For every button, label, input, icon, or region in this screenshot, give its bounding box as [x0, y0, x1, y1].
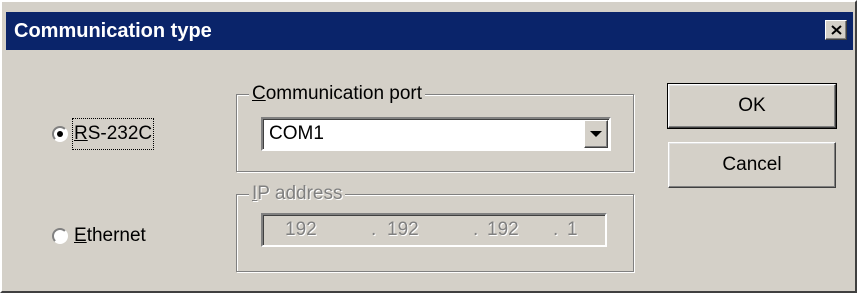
- communication-port-legend: Communication port: [249, 82, 426, 106]
- ip-address-field: 192 . 192 . 192 . 1: [261, 213, 607, 247]
- ip-address-group: IP address 192 . 192 . 192 . 1: [236, 182, 634, 272]
- ip-octet-4: 1: [567, 219, 578, 240]
- communication-type-dialog: Communication type RS-232C Ethernet Comm…: [0, 0, 857, 293]
- ip-separator: .: [473, 219, 479, 240]
- ethernet-radio[interactable]: [52, 228, 68, 244]
- title-bar: Communication type: [6, 12, 853, 50]
- window-title: Communication type: [14, 20, 212, 42]
- dropdown-button[interactable]: [584, 120, 608, 148]
- ethernet-option[interactable]: Ethernet: [52, 222, 192, 250]
- close-button[interactable]: [825, 20, 847, 40]
- ip-address-legend: IP address: [249, 182, 346, 206]
- cancel-button[interactable]: Cancel: [668, 142, 836, 188]
- communication-port-value: COM1: [269, 123, 324, 144]
- ip-separator: .: [553, 219, 559, 240]
- rs232c-label: RS-232C: [71, 118, 155, 150]
- ip-octet-2: 192: [387, 219, 419, 240]
- ip-octet-1: 192: [285, 219, 317, 240]
- ip-separator: .: [371, 219, 377, 240]
- chevron-down-icon: [590, 131, 602, 137]
- rs232c-radio[interactable]: [52, 126, 68, 142]
- close-icon: [831, 25, 842, 35]
- rs232c-option[interactable]: RS-232C: [52, 118, 192, 150]
- ethernet-label: Ethernet: [74, 225, 146, 246]
- communication-port-select[interactable]: COM1: [261, 117, 611, 151]
- ip-octet-3: 192: [487, 219, 519, 240]
- radio-selected-dot: [57, 131, 63, 137]
- communication-port-group: Communication port COM1: [236, 82, 634, 172]
- ok-button[interactable]: OK: [667, 83, 837, 129]
